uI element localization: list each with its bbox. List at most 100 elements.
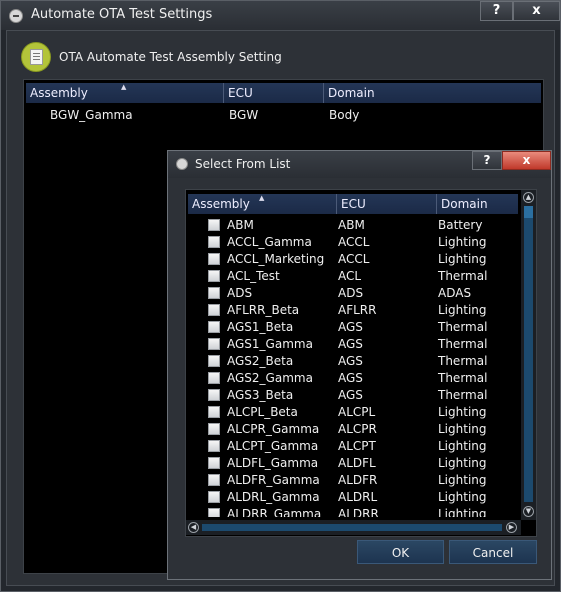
cell-ecu: ACL [338,269,362,283]
row-checkbox[interactable] [208,423,220,435]
list-item[interactable]: AGS2_Beta AGS Thermal [188,353,518,370]
cell-domain: Thermal [438,354,488,368]
cell-ecu: ACCL [338,252,370,266]
row-checkbox[interactable] [208,440,220,452]
cell-ecu: AFLRR [338,303,377,317]
cell-assembly: ALCPT_Gamma [227,439,319,453]
list-item[interactable]: ACL_Test ACL Thermal [188,268,518,285]
list-item[interactable]: ALCPL_Beta ALCPL Lighting [188,404,518,421]
ok-button[interactable]: OK [357,540,444,564]
cell-domain: Lighting [438,422,487,436]
cell-domain: Lighting [438,473,487,487]
cell-domain: Thermal [438,320,488,334]
row-checkbox[interactable] [208,457,220,469]
cell-assembly: BGW_Gamma [50,108,133,122]
cell-assembly: AGS3_Beta [227,388,294,402]
cell-ecu: ABM [338,218,365,232]
scroll-up-icon[interactable]: ▲ [523,192,534,203]
dialog-help-button[interactable]: ? [472,151,502,170]
list-item[interactable]: ALCPR_Gamma ALCPR Lighting [188,421,518,438]
list-item[interactable]: ALDRR_Gamma ALDRR Lighting [188,506,518,517]
cell-assembly: ADS [227,286,253,300]
cell-assembly: ABM [227,218,254,232]
close-button[interactable]: x [513,1,560,21]
list-item[interactable]: AFLRR_Beta AFLRR Lighting [188,302,518,319]
scroll-left-icon[interactable]: ◀ [188,522,199,533]
cell-domain: Lighting [438,507,487,517]
cell-assembly: AGS2_Beta [227,354,294,368]
row-checkbox[interactable] [208,338,220,350]
cell-assembly: AFLRR_Beta [227,303,300,317]
row-checkbox[interactable] [208,321,220,333]
cell-domain: Lighting [438,490,487,504]
cell-assembly: ALCPR_Gamma [227,422,320,436]
row-checkbox[interactable] [208,389,220,401]
row-checkbox[interactable] [208,355,220,367]
list-item[interactable]: ALDRL_Gamma ALDRL Lighting [188,489,518,506]
column-header-ecu[interactable]: ECU [224,83,324,103]
row-checkbox[interactable] [208,406,220,418]
main-titlebar[interactable]: Automate OTA Test Settings ? x [1,1,560,30]
cell-domain: Lighting [438,456,487,470]
list-item[interactable]: AGS3_Beta AGS Thermal [188,387,518,404]
dialog-titlebar[interactable]: Select From List ? x [168,151,551,178]
cell-domain: Lighting [438,235,487,249]
cell-domain: Battery [438,218,483,232]
dialog-close-button[interactable]: x [502,151,551,170]
cell-domain: ADAS [438,286,472,300]
cell-assembly: ACL_Test [227,269,280,283]
table-row[interactable]: BGW_Gamma BGW Body [26,106,541,124]
column-header-domain[interactable]: Domain [437,194,518,214]
row-checkbox[interactable] [208,491,220,503]
horizontal-scroll-thumb[interactable] [202,524,502,531]
selection-list[interactable]: Assembly ▲ ECU Domain ABM ABM Battery ACCL_… [185,189,537,537]
cell-ecu: AGS [338,320,363,334]
cell-domain: Lighting [438,252,487,266]
column-header-ecu[interactable]: ECU [337,194,437,214]
list-item[interactable]: ALDFL_Gamma ALDFL Lighting [188,455,518,472]
row-checkbox[interactable] [208,287,220,299]
list-item[interactable]: ALDFR_Gamma ALDFR Lighting [188,472,518,489]
vertical-scrollbar[interactable]: ▲ ▼ [521,190,536,520]
vertical-scroll-thumb[interactable] [524,206,533,502]
list-item[interactable]: ADS ADS ADAS [188,285,518,302]
horizontal-scrollbar[interactable]: ◀ ▶ [186,520,521,535]
list-item[interactable]: ALCPT_Gamma ALCPT Lighting [188,438,518,455]
row-checkbox[interactable] [208,304,220,316]
column-header-label: ECU [341,197,366,211]
cell-assembly: AGS1_Gamma [227,337,313,351]
list-item[interactable]: AGS1_Beta AGS Thermal [188,319,518,336]
help-button[interactable]: ? [480,1,513,21]
row-checkbox[interactable] [208,219,220,231]
row-checkbox[interactable] [208,372,220,384]
cell-domain: Lighting [438,405,487,419]
cell-domain: Lighting [438,439,487,453]
cell-ecu: AGS [338,337,363,351]
cell-ecu: ALDRR [338,507,379,517]
sort-ascending-icon: ▲ [121,83,127,91]
row-checkbox[interactable] [208,508,220,517]
scroll-right-icon[interactable]: ▶ [506,522,517,533]
cell-assembly: ALDFL_Gamma [227,456,319,470]
scroll-down-icon[interactable]: ▼ [523,506,534,517]
app-icon [9,9,23,23]
row-checkbox[interactable] [208,253,220,265]
section-title: OTA Automate Test Assembly Setting [59,50,282,64]
cancel-button[interactable]: Cancel [449,540,537,564]
row-checkbox[interactable] [208,474,220,486]
select-from-list-dialog: Select From List ? x Assembly ▲ ECU Doma… [167,150,552,580]
list-item[interactable]: ACCL_Gamma ACCL Lighting [188,234,518,251]
list-item[interactable]: AGS2_Gamma AGS Thermal [188,370,518,387]
app-icon [176,158,188,170]
list-item[interactable]: ABM ABM Battery [188,217,518,234]
cell-domain: Thermal [438,371,488,385]
cell-domain: Thermal [438,388,488,402]
column-header-domain[interactable]: Domain [324,83,541,103]
cell-ecu: AGS [338,371,363,385]
row-checkbox[interactable] [208,236,220,248]
row-checkbox[interactable] [208,270,220,282]
list-item[interactable]: ACCL_Marketing ACCL Lighting [188,251,518,268]
cell-ecu: ALDRL [338,490,378,504]
cell-assembly: ALDRR_Gamma [227,507,322,517]
list-item[interactable]: AGS1_Gamma AGS Thermal [188,336,518,353]
